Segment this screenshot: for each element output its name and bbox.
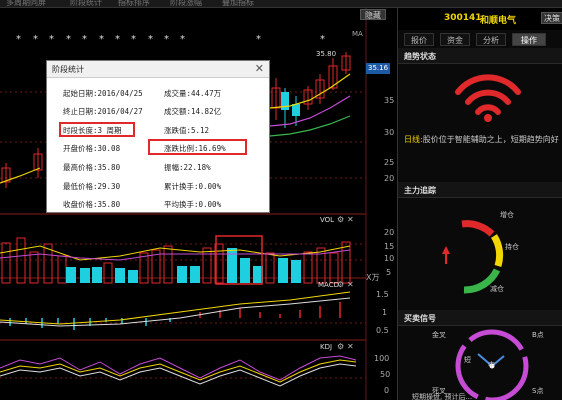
vol-gear-icon[interactable]: ⚙ bbox=[337, 215, 344, 224]
top-menubar: 多周期同屏 阶段统计 指标排序 阶段涨幅 叠加指标 bbox=[0, 0, 562, 8]
vol-y-10: 10 bbox=[384, 254, 395, 263]
signal-short: 短 bbox=[464, 356, 471, 364]
menu-item-2[interactable]: 指标排序 bbox=[118, 0, 150, 8]
trend-status: 日线:股价位于智能辅助之上，短期趋势向好 bbox=[404, 134, 559, 145]
current-price-tag: 35.16 bbox=[366, 63, 391, 74]
y-axis-25: 25 bbox=[384, 158, 395, 167]
stock-code: 300141 bbox=[444, 13, 482, 23]
macd-close-icon[interactable]: ✕ bbox=[347, 280, 354, 289]
trend-label: 日线: bbox=[404, 135, 423, 144]
svg-text:*: * bbox=[180, 34, 185, 45]
kdj-gear-icon[interactable]: ⚙ bbox=[337, 342, 344, 351]
force-label-add: 增仓 bbox=[500, 211, 514, 219]
kdj-label: KDJ bbox=[320, 343, 333, 351]
svg-text:*: * bbox=[256, 34, 261, 45]
turnover: 成交额:14.82亿 bbox=[164, 107, 222, 116]
ma-label: MA bbox=[352, 30, 363, 38]
dialog-title-bar[interactable]: 阶段统计 ✕ bbox=[47, 61, 269, 78]
signal-title: 买卖信号 bbox=[404, 314, 436, 323]
vol-label: VOL bbox=[320, 216, 335, 224]
signal-header: 买卖信号 bbox=[398, 310, 562, 326]
kdj-y-50: 50 bbox=[380, 370, 391, 379]
force-header: 主力追踪 bbox=[398, 182, 562, 198]
vol-y-5: 5 bbox=[386, 268, 392, 277]
kdj-lines bbox=[0, 355, 357, 387]
menu-item-3[interactable]: 阶段涨幅 bbox=[170, 0, 202, 8]
svg-text:*: * bbox=[131, 34, 136, 45]
signal-golden-cross: 金叉 bbox=[432, 331, 446, 339]
svg-text:*: * bbox=[148, 34, 153, 45]
macd-lines bbox=[0, 291, 351, 327]
volume: 成交量:44.47万 bbox=[164, 89, 222, 98]
signal-s-point: S点 bbox=[532, 387, 544, 395]
high-price: 最高价格:35.80 bbox=[63, 163, 121, 172]
svg-text:*: * bbox=[164, 34, 169, 45]
period-length-highlight bbox=[59, 122, 135, 137]
kdj-y-0: 0 bbox=[384, 386, 390, 395]
macd-gear-icon[interactable]: ⚙ bbox=[337, 280, 344, 289]
macd-y-1: 1 bbox=[382, 308, 388, 317]
y-axis-30: 30 bbox=[384, 128, 395, 137]
amplitude: 振幅:22.18% bbox=[164, 163, 211, 172]
y-axis-20: 20 bbox=[384, 174, 395, 183]
vol-close-icon[interactable]: ✕ bbox=[347, 215, 354, 224]
dialog-title: 阶段统计 bbox=[52, 65, 84, 74]
force-label-reduce: 减仓 bbox=[490, 285, 504, 293]
signal-stars: * * * * * * * * * * * * * bbox=[16, 34, 325, 45]
vol-y-15: 15 bbox=[384, 242, 395, 251]
tab-funds[interactable]: 资金 bbox=[440, 33, 470, 46]
tab-quote[interactable]: 报价 bbox=[404, 33, 434, 46]
change-value: 涨跌值:5.12 bbox=[164, 126, 210, 135]
trend-text: 股价位于智能辅助之上，短期趋势向好 bbox=[422, 135, 559, 144]
end-date: 终止日期:2016/04/27 bbox=[63, 107, 143, 116]
kdj-close-icon[interactable]: ✕ bbox=[347, 342, 354, 351]
vol-unit: X万 bbox=[366, 273, 380, 282]
svg-text:*: * bbox=[33, 34, 38, 45]
svg-text:*: * bbox=[49, 34, 54, 45]
hide-button[interactable]: 隐藏 bbox=[360, 9, 386, 20]
kdj-y-100: 100 bbox=[374, 354, 390, 363]
stock-header: 300141 和顺电气 决策 bbox=[398, 8, 562, 30]
tab-analysis[interactable]: 分析 bbox=[476, 33, 506, 46]
svg-text:*: * bbox=[82, 34, 87, 45]
price-high-label: 35.80 bbox=[316, 50, 337, 58]
force-label-hold: 持仓 bbox=[505, 243, 519, 251]
macd-y-0.5: 0.5 bbox=[376, 326, 389, 335]
force-title: 主力追踪 bbox=[404, 186, 436, 195]
svg-text:*: * bbox=[16, 34, 21, 45]
svg-text:*: * bbox=[66, 34, 71, 45]
menu-item-4[interactable]: 叠加指标 bbox=[222, 0, 254, 8]
y-axis-35: 35 bbox=[384, 96, 395, 105]
start-date: 起始日期:2016/04/25 bbox=[63, 89, 143, 98]
macd-label: MACD bbox=[318, 281, 339, 289]
average-turnover: 平均换手:0.00% bbox=[164, 200, 222, 209]
cumulative-turnover: 累计换手:0.00% bbox=[164, 182, 222, 191]
dialog-close-icon[interactable]: ✕ bbox=[255, 62, 264, 75]
tab-operation[interactable]: 操作 bbox=[512, 33, 546, 46]
stock-name: 和顺电气 bbox=[480, 16, 517, 26]
trend-title: 趋势状态 bbox=[404, 52, 436, 61]
vol-y-20: 20 bbox=[384, 228, 395, 237]
low-price: 最低价格:29.30 bbox=[63, 182, 121, 191]
signal-bottom-text: 短期操盘, 预计后... bbox=[412, 393, 473, 400]
change-percent-highlight bbox=[148, 139, 247, 155]
trend-header: 趋势状态 bbox=[398, 48, 562, 64]
signal-b-point: B点 bbox=[532, 331, 544, 339]
right-panel: 300141 和顺电气 决策 报价 资金 分析 操作 趋势状态 日线:股价位于智… bbox=[397, 8, 562, 400]
menu-item-1[interactable]: 阶段统计 bbox=[70, 0, 102, 8]
wifi-signal-icon bbox=[455, 74, 521, 122]
decision-button[interactable]: 决策 bbox=[541, 12, 562, 24]
macd-y-1.5: 1.5 bbox=[376, 290, 389, 299]
stage-stats-dialog[interactable]: 阶段统计 ✕ 起始日期:2016/04/25 成交量:44.47万 终止日期:2… bbox=[46, 60, 270, 213]
svg-text:*: * bbox=[115, 34, 120, 45]
force-gauge-icon bbox=[442, 220, 504, 294]
close-price: 收盘价格:35.80 bbox=[63, 200, 121, 209]
menu-item-0[interactable]: 多周期同屏 bbox=[6, 0, 46, 8]
svg-text:*: * bbox=[320, 34, 325, 45]
signal-medium: 中 bbox=[488, 361, 495, 369]
open-price: 开盘价格:30.08 bbox=[63, 144, 121, 153]
svg-text:*: * bbox=[99, 34, 104, 45]
